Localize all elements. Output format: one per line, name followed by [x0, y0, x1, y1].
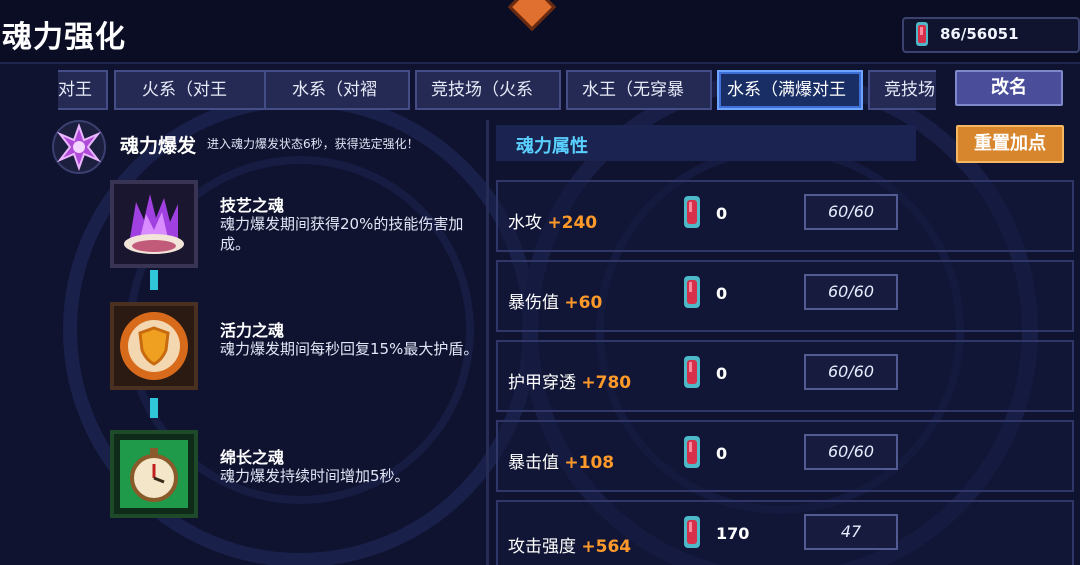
preset-tabs: 对王 火系（对王 水系（对褶 竞技场（火系 水王（无穿暴 水系（满爆对王 竞技场 — [58, 70, 936, 112]
soul-gem-icon — [684, 516, 700, 548]
tab-preset-4[interactable]: 竞技场（火系 — [415, 70, 561, 110]
golden-shield-icon[interactable] — [110, 302, 198, 390]
burst-description: 进入魂力爆发状态6秒，获得选定强化！ — [207, 137, 419, 151]
soul-gem-icon — [916, 22, 928, 46]
attributes-header: 魂力属性 — [496, 125, 916, 161]
stat-progress: 47 — [804, 514, 898, 550]
soul-gem-icon — [684, 196, 700, 228]
stat-cost: 0 — [716, 364, 728, 383]
tab-preset-6[interactable]: 水系（满爆对王 — [717, 70, 863, 110]
stat-name: 护甲穿透 — [508, 373, 576, 393]
attribute-row[interactable]: 攻击强度 +564 170 47 — [496, 500, 1074, 565]
soul-gem-icon — [684, 356, 700, 388]
soul-desc-vitality: 魂力爆发期间每秒回复15%最大护盾。 — [220, 340, 479, 358]
stat-progress: 60/60 — [804, 194, 898, 230]
stat-name: 水攻 — [508, 213, 542, 233]
stat-bonus: +108 — [564, 453, 615, 473]
stat-name: 攻击强度 — [508, 537, 576, 557]
soul-gem-icon — [684, 276, 700, 308]
stat-name: 暴伤值 — [508, 293, 559, 313]
stat-bonus: +564 — [581, 537, 632, 557]
soul-currency-display: 86/56051 — [902, 17, 1080, 53]
currency-amount: 86/56051 — [940, 25, 1019, 43]
soul-connector — [150, 398, 158, 418]
stat-progress: 60/60 — [804, 434, 898, 470]
soul-connector — [150, 270, 158, 290]
attribute-row[interactable]: 暴击值 +108 0 60/60 — [496, 420, 1074, 492]
stat-cost: 0 — [716, 204, 728, 223]
soul-name-vitality: 活力之魂 — [220, 321, 285, 340]
purple-flame-shell-icon[interactable] — [110, 180, 198, 268]
tab-preset-5[interactable]: 水王（无穿暴 — [566, 70, 712, 110]
reset-points-button[interactable]: 重置加点 — [956, 125, 1064, 163]
stat-cost: 0 — [716, 284, 728, 303]
stat-bonus: +60 — [564, 293, 603, 313]
page-title: 魂力强化 — [2, 20, 126, 55]
stat-bonus: +240 — [547, 213, 598, 233]
tab-preset-3[interactable]: 水系（对褶 — [264, 70, 410, 110]
stat-progress: 60/60 — [804, 354, 898, 390]
stat-name: 暴击值 — [508, 453, 559, 473]
attributes-title: 魂力属性 — [516, 136, 588, 157]
soul-name-endurance: 绵长之魂 — [220, 448, 285, 467]
stat-cost: 170 — [716, 524, 750, 543]
soul-gem-icon — [684, 436, 700, 468]
soul-desc-skill: 魂力爆发期间获得20%的技能伤害加成。 — [220, 215, 464, 253]
burst-title: 魂力爆发 — [120, 135, 197, 157]
panel-divider — [486, 120, 489, 565]
soul-name-skill: 技艺之魂 — [220, 196, 285, 215]
soul-burst-icon — [52, 120, 106, 174]
stat-progress: 60/60 — [804, 274, 898, 310]
attribute-row[interactable]: 护甲穿透 +780 0 60/60 — [496, 340, 1074, 412]
stat-bonus: +780 — [581, 373, 632, 393]
tab-preset-1[interactable]: 对王 — [58, 70, 108, 110]
soul-desc-endurance: 魂力爆发持续时间增加5秒。 — [220, 467, 410, 485]
stat-cost: 0 — [716, 444, 728, 463]
green-stopwatch-icon[interactable] — [110, 430, 198, 518]
attribute-row[interactable]: 暴伤值 +60 0 60/60 — [496, 260, 1074, 332]
tab-preset-7[interactable]: 竞技场 — [868, 70, 936, 110]
rename-button[interactable]: 改名 — [955, 70, 1063, 106]
attribute-row[interactable]: 水攻 +240 0 60/60 — [496, 180, 1074, 252]
